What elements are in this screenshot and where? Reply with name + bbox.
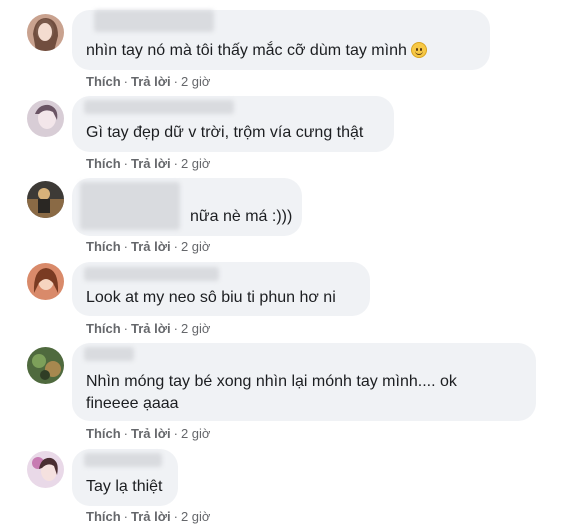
commenter-name[interactable] xyxy=(94,10,214,32)
comment-text: nhìn tay nó mà tôi thấy mắc cỡ dùm tay m… xyxy=(86,42,407,59)
comment-actions: Thích · Trả lời · 2 giờ xyxy=(86,239,210,254)
like-button[interactable]: Thích xyxy=(86,321,121,336)
separator: · xyxy=(173,509,178,524)
comment-bubble: Tay lạ thiệt xyxy=(72,449,178,506)
reply-button[interactable]: Trả lời xyxy=(131,321,171,336)
separator: · xyxy=(173,321,178,336)
user-avatar[interactable] xyxy=(27,100,64,137)
comment-actions: Thích · Trả lời · 2 giờ xyxy=(86,509,210,524)
comment-text: Look at my neo sô biu ti phun hơ ni xyxy=(86,289,336,306)
commenter-name[interactable] xyxy=(80,182,180,230)
commenter-name[interactable] xyxy=(84,347,134,361)
commenter-name[interactable] xyxy=(84,267,219,281)
avatar-photo xyxy=(27,451,64,488)
avatar-photo xyxy=(27,14,64,51)
comment-timestamp[interactable]: 2 giờ xyxy=(181,239,211,254)
comment-thread: nhìn tay nó mà tôi thấy mắc cỡ dùm tay m… xyxy=(0,0,580,525)
comment-actions: Thích · Trả lời · 2 giờ xyxy=(86,156,210,171)
separator: · xyxy=(173,156,178,171)
comment-actions: Thích · Trả lời · 2 giờ xyxy=(86,321,210,336)
user-avatar[interactable] xyxy=(27,451,64,488)
comment-bubble: Nhìn móng tay bé xong nhìn lại mónh tay … xyxy=(72,343,536,421)
reply-button[interactable]: Trả lời xyxy=(131,239,171,254)
separator: · xyxy=(123,509,129,524)
user-avatar[interactable] xyxy=(27,14,64,51)
comment-timestamp[interactable]: 2 giờ xyxy=(181,426,211,441)
like-button[interactable]: Thích xyxy=(86,74,121,89)
commenter-name[interactable] xyxy=(84,453,162,467)
comment-text: Tay lạ thiệt xyxy=(86,478,163,495)
separator: · xyxy=(123,321,129,336)
avatar-photo xyxy=(27,181,64,218)
comment-text-line2: fineeee ạaaa xyxy=(86,395,179,412)
comment-bubble: Gì tay đẹp dữ v trời, trộm vía cưng thật xyxy=(72,96,394,152)
separator: · xyxy=(123,426,129,441)
comment-actions: Thích · Trả lời · 2 giờ xyxy=(86,74,210,89)
reply-button[interactable]: Trả lời xyxy=(131,156,171,171)
comment-timestamp[interactable]: 2 giờ xyxy=(181,509,211,524)
comment-actions: Thích · Trả lời · 2 giờ xyxy=(86,426,210,441)
comment-timestamp[interactable]: 2 giờ xyxy=(181,74,211,89)
separator: · xyxy=(173,426,178,441)
comment-text: Gì tay đẹp dữ v trời, trộm vía cưng thật xyxy=(86,124,364,141)
reply-button[interactable]: Trả lời xyxy=(131,426,171,441)
separator: · xyxy=(173,239,178,254)
like-button[interactable]: Thích xyxy=(86,426,121,441)
user-avatar[interactable] xyxy=(27,347,64,384)
like-button[interactable]: Thích xyxy=(86,509,121,524)
comment-text-line1: Nhìn móng tay bé xong nhìn lại mónh tay … xyxy=(86,373,457,390)
commenter-name[interactable] xyxy=(84,100,234,114)
separator: · xyxy=(123,156,129,171)
user-avatar[interactable] xyxy=(27,263,64,300)
comment-timestamp[interactable]: 2 giờ xyxy=(181,156,211,171)
reply-button[interactable]: Trả lời xyxy=(131,509,171,524)
comment-text-wrap: nhìn tay nó mà tôi thấy mắc cỡ dùm tay m… xyxy=(86,40,427,62)
avatar-photo xyxy=(27,100,64,137)
like-button[interactable]: Thích xyxy=(86,156,121,171)
comment-bubble: nhìn tay nó mà tôi thấy mắc cỡ dùm tay m… xyxy=(72,10,490,70)
user-avatar[interactable] xyxy=(27,181,64,218)
like-button[interactable]: Thích xyxy=(86,239,121,254)
avatar-photo xyxy=(27,347,64,384)
separator: · xyxy=(173,74,178,89)
comment-bubble: nữa nè má :))) xyxy=(72,178,302,236)
separator: · xyxy=(123,239,129,254)
reply-button[interactable]: Trả lời xyxy=(131,74,171,89)
comment-bubble: Look at my neo sô biu ti phun hơ ni xyxy=(72,262,370,316)
comment-text: nữa nè má :))) xyxy=(190,208,293,225)
avatar-photo xyxy=(27,263,64,300)
separator: · xyxy=(123,74,129,89)
comment-timestamp[interactable]: 2 giờ xyxy=(181,321,211,336)
smiling-face-icon xyxy=(410,42,427,58)
